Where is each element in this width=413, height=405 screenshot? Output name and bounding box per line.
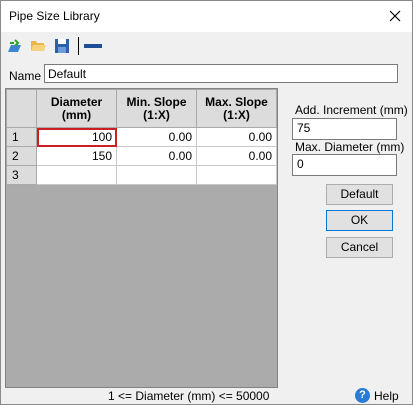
- max-slope-cell[interactable]: [196, 165, 277, 185]
- window-title: Pipe Size Library: [9, 9, 100, 23]
- close-icon: [389, 10, 401, 22]
- row-header[interactable]: 1: [6, 127, 37, 147]
- header-line: (1:X): [223, 107, 250, 122]
- toolbar: [1, 32, 412, 60]
- table-row: 2 150 0.00 0.00: [6, 146, 277, 166]
- status-bar: 1 <= Diameter (mm) <= 50000 ? Help: [1, 385, 412, 405]
- max-slope-cell[interactable]: 0.00: [196, 146, 277, 166]
- pipe-size-table: Diameter (mm) Min. Slope (1:X) Max. Slope(…: [6, 89, 277, 185]
- new-icon: [8, 39, 21, 52]
- table-header-row: Diameter (mm) Min. Slope (1:X) Max. Slope(…: [6, 89, 277, 128]
- help-label: Help: [374, 389, 399, 403]
- header-line: Diameter: [50, 94, 103, 109]
- ok-button[interactable]: OK: [326, 210, 393, 231]
- column-header-max-slope[interactable]: Max. Slope (1:X): [196, 89, 277, 128]
- diameter-cell[interactable]: 150: [36, 146, 117, 166]
- close-button[interactable]: [378, 1, 412, 31]
- pipe-size-library-dialog: Pipe Size Library Name Default Diameter …: [0, 0, 413, 405]
- min-slope-cell[interactable]: [116, 165, 197, 185]
- max-diameter-label: Max. Diameter (mm): [295, 140, 405, 154]
- help-icon: ?: [355, 388, 370, 403]
- title-bar: Pipe Size Library: [1, 1, 412, 32]
- cancel-button[interactable]: Cancel: [326, 237, 393, 258]
- table-row: 1 100 0.00 0.00: [6, 127, 277, 147]
- min-slope-cell[interactable]: 0.00: [116, 146, 197, 166]
- diameter-cell[interactable]: [36, 165, 117, 185]
- table-row: 3: [6, 165, 277, 185]
- increment-label: Add. Increment (mm): [295, 103, 408, 117]
- status-text: 1 <= Diameter (mm) <= 50000: [108, 389, 270, 403]
- toolbar-separator: [78, 37, 79, 55]
- open-folder-icon: [31, 41, 46, 51]
- save-button[interactable]: [54, 38, 70, 54]
- name-input[interactable]: [44, 64, 398, 83]
- header-line: Min. Slope: [126, 94, 187, 109]
- minus-icon: [84, 44, 102, 48]
- min-slope-cell[interactable]: 0.00: [116, 127, 197, 147]
- header-line: (mm): [61, 107, 92, 122]
- column-header-diameter[interactable]: Diameter (mm): [36, 89, 117, 128]
- header-line: (1:X): [143, 107, 170, 122]
- name-label: Name: [9, 69, 42, 83]
- diameter-cell[interactable]: 100: [36, 127, 117, 147]
- header-line: Max. Slope: [205, 94, 268, 109]
- row-header[interactable]: 3: [6, 165, 37, 185]
- default-button[interactable]: Default: [326, 184, 393, 205]
- max-slope-cell[interactable]: 0.00: [196, 127, 277, 147]
- row-header[interactable]: 2: [6, 146, 37, 166]
- remove-row-button[interactable]: [84, 38, 102, 54]
- open-button[interactable]: [30, 38, 46, 54]
- max-diameter-input[interactable]: 0: [292, 154, 397, 176]
- new-button[interactable]: [6, 38, 22, 54]
- increment-input[interactable]: 75: [292, 118, 397, 140]
- pipe-size-grid[interactable]: Diameter (mm) Min. Slope (1:X) Max. Slope(…: [5, 88, 278, 388]
- column-header-min-slope[interactable]: Min. Slope (1:X): [116, 89, 197, 128]
- save-icon: [55, 39, 69, 53]
- corner-cell: [6, 89, 37, 128]
